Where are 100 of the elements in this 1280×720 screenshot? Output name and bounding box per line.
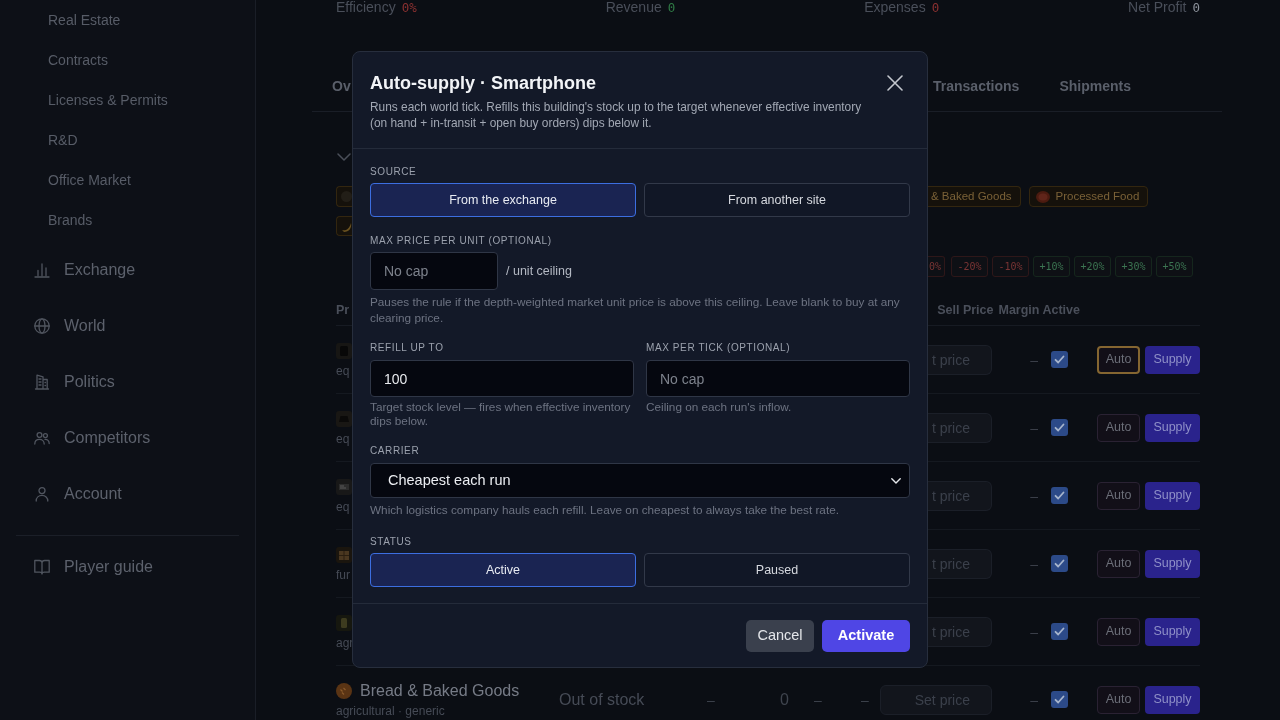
dialog-title: Auto-supply · Smartphone	[370, 72, 596, 94]
stat-label: Revenue	[605, 0, 662, 15]
price-step-button[interactable]: 0%	[928, 256, 945, 277]
activate-button[interactable]: Activate	[822, 620, 910, 652]
product-icon	[336, 683, 352, 699]
globe-icon	[34, 318, 50, 334]
sidebar-item[interactable]: World	[16, 298, 239, 354]
product-icon	[336, 411, 352, 427]
help-text: Pauses the rule if the depth-weighted market unit price is above this ceiling. Leave blank to buy at any clearing price.	[370, 294, 901, 326]
toggle-button[interactable]: From another site	[644, 183, 910, 217]
supply-button[interactable]: Supply	[1145, 345, 1200, 374]
sidebar-item[interactable]: Exchange	[16, 242, 239, 298]
active-checkbox[interactable]	[1051, 691, 1068, 708]
cancel-button[interactable]: Cancel	[746, 620, 814, 652]
user-icon	[34, 486, 50, 502]
price-step-button[interactable]: -20%	[951, 256, 988, 277]
active-checkbox[interactable]	[1051, 555, 1068, 572]
supply-button[interactable]: Supply	[1145, 685, 1200, 714]
margin-value: –	[1030, 691, 1038, 708]
max-price-input[interactable]: No cap	[370, 252, 498, 290]
auto-button[interactable]: Auto	[1097, 549, 1140, 578]
category-text: fur	[336, 568, 351, 582]
toggle-button[interactable]: Paused	[644, 553, 910, 587]
table-cell: 0	[780, 690, 789, 708]
auto-button[interactable]: Auto	[1097, 345, 1140, 374]
auto-button[interactable]: Auto	[1097, 481, 1140, 510]
field-label: CARRIER	[370, 444, 421, 457]
stat-label: Expenses	[864, 0, 926, 15]
margin-value: –	[1030, 623, 1038, 640]
supply-button[interactable]: Supply	[1145, 481, 1200, 510]
tab[interactable]: Ov	[332, 62, 353, 111]
active-checkbox[interactable]	[1051, 487, 1068, 504]
category-text: eq	[336, 500, 351, 514]
price-step-button[interactable]: +10%	[1033, 256, 1070, 277]
tag-chip[interactable]: & Baked Goods	[928, 186, 1021, 207]
stat-label: Net Profit	[1128, 0, 1187, 15]
field-label: MAX PRICE PER UNIT (OPTIONAL)	[370, 234, 553, 247]
price-step-button[interactable]: +20%	[1074, 256, 1111, 277]
column-header: Sell Price	[937, 302, 994, 320]
sidebar-subitem[interactable]: Brands	[16, 200, 239, 240]
book-icon	[34, 559, 50, 575]
table-cell: –	[814, 691, 822, 708]
users-icon	[34, 430, 50, 446]
sidebar-subitem[interactable]: Licenses & Permits	[16, 80, 239, 120]
column-header: Margin	[998, 302, 1040, 320]
margin-value: –	[1030, 351, 1038, 368]
price-step-button[interactable]: +30%	[1115, 256, 1152, 277]
tag-chip[interactable]: Processed Food	[1028, 186, 1149, 207]
max-per-tick-input[interactable]: No cap	[646, 360, 910, 397]
sidebar-subitem[interactable]: Contracts	[16, 40, 239, 80]
stat-value: 0	[931, 0, 940, 15]
help-text: Target stock level — fires when effective inventory dips below.	[370, 400, 632, 428]
building-icon	[34, 374, 50, 390]
field-label: REFILL UP TO	[370, 341, 445, 354]
sidebar-subitem[interactable]: R&D	[16, 120, 239, 160]
bar-chart-icon	[34, 262, 50, 278]
auto-button[interactable]: Auto	[1097, 617, 1140, 646]
toggle-button[interactable]: Active	[370, 553, 636, 587]
product-icon	[341, 191, 352, 202]
tab[interactable]: Transactions	[933, 62, 1020, 111]
supply-button[interactable]: Supply	[1145, 617, 1200, 646]
column-header: Active	[1042, 302, 1080, 320]
product-icon	[336, 343, 352, 359]
product-icon	[1035, 189, 1050, 204]
chevron-down-icon	[891, 477, 901, 484]
category-text: eq	[336, 432, 351, 446]
auto-button[interactable]: Auto	[1097, 413, 1140, 442]
supply-button[interactable]: Supply	[1145, 413, 1200, 442]
stat-value: 0%	[401, 0, 417, 15]
product-icon	[336, 479, 352, 495]
sidebar-item[interactable]: Competitors	[16, 410, 239, 466]
toggle-button[interactable]: From the exchange	[370, 183, 636, 217]
close-button[interactable]	[887, 75, 903, 91]
sidebar-item[interactable]: Account	[16, 466, 239, 522]
unit-suffix-text: / unit ceiling	[506, 262, 572, 280]
active-checkbox[interactable]	[1051, 351, 1068, 368]
supply-button[interactable]: Supply	[1145, 549, 1200, 578]
sidebar-subitem[interactable]: Real Estate	[16, 0, 239, 40]
product-icon	[336, 547, 352, 563]
sidebar-item[interactable]: Politics	[16, 354, 239, 410]
carrier-select[interactable]: Cheapest each run	[370, 463, 910, 498]
margin-value: –	[1030, 487, 1038, 504]
refill-input[interactable]: 100	[370, 360, 634, 397]
sidebar-subitem[interactable]: Office Market	[16, 160, 239, 200]
category-text: eq	[336, 364, 351, 378]
column-header: Pr	[336, 302, 350, 320]
stat-value: 0	[1192, 0, 1200, 15]
sidebar-item[interactable]: Player guide	[16, 539, 239, 595]
margin-value: –	[1030, 555, 1038, 572]
field-label: MAX PER TICK (OPTIONAL)	[646, 341, 792, 354]
active-checkbox[interactable]	[1051, 419, 1068, 436]
table-cell: –	[707, 691, 715, 708]
price-step-button[interactable]: -10%	[992, 256, 1029, 277]
active-checkbox[interactable]	[1051, 623, 1068, 640]
product-icon	[336, 615, 352, 631]
margin-value: –	[1030, 419, 1038, 436]
price-step-button[interactable]: +50%	[1156, 256, 1193, 277]
stat-label: Efficiency	[336, 0, 396, 15]
auto-button[interactable]: Auto	[1097, 685, 1140, 714]
tab[interactable]: Shipments	[1059, 62, 1131, 111]
